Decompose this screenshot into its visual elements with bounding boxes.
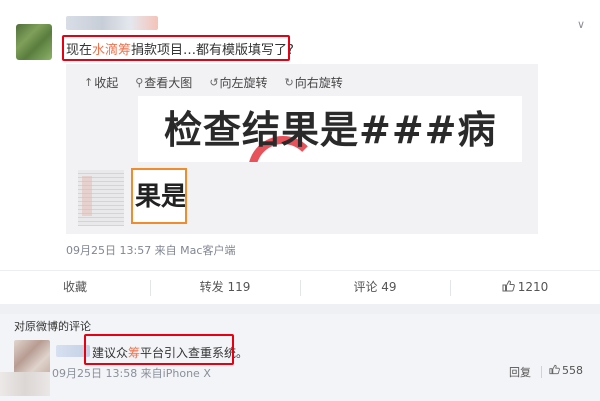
annotation-box-post-text: [62, 35, 290, 61]
thumbnail-document[interactable]: [78, 170, 124, 226]
commenter-avatar-shadow: [0, 372, 50, 396]
repost-button[interactable]: 转发 119: [150, 271, 300, 304]
toolbar-rotate-right[interactable]: ↻ 向右旋转: [285, 74, 343, 90]
toolbar-collapse[interactable]: ↑ 收起: [84, 74, 118, 90]
comments-title: 对原微博的评论: [14, 320, 91, 333]
toolbar-collapse-label: 收起: [94, 75, 119, 90]
toolbar-rotate-left[interactable]: ↺ 向左旋转: [209, 74, 267, 90]
comment-action-separator: [541, 366, 542, 378]
zoom-icon: ⚲: [135, 75, 144, 89]
chevron-down-icon[interactable]: ∨: [574, 18, 588, 32]
like-button[interactable]: 1210: [450, 271, 600, 304]
image-toolbar: ↑ 收起 ⚲ 查看大图 ↺ 向左旋转 ↻ 向右旋转: [84, 74, 343, 90]
poster-username-blurred[interactable]: [66, 16, 158, 30]
thumbnail-text: 果是: [135, 182, 187, 212]
like-count: 1210: [517, 280, 549, 294]
rotate-right-icon: ↻: [284, 75, 294, 89]
collapse-icon: ↑: [84, 75, 94, 89]
toolbar-rotate-left-label: 向左旋转: [219, 75, 268, 90]
post-image-large[interactable]: 检查结果是###病: [138, 96, 522, 162]
thumbs-up-icon: [502, 280, 515, 292]
comment-meta: 09月25日 13:58 来自iPhone X: [52, 367, 211, 380]
rotate-left-icon: ↺: [209, 75, 219, 89]
post-image-text: 检查结果是###病: [164, 108, 497, 152]
post-meta: 09月25日 13:57 来自 Mac客户端: [66, 244, 236, 257]
comment-like-button[interactable]: 558: [549, 364, 583, 377]
action-bar: 收藏 转发 119 评论 49 1210: [0, 271, 600, 304]
annotation-box-comment: [84, 334, 234, 365]
toolbar-view-large-label: 查看大图: [144, 75, 193, 90]
favorite-button[interactable]: 收藏: [0, 271, 150, 304]
poster-avatar[interactable]: [16, 24, 52, 60]
comment-button[interactable]: 评论 49: [300, 271, 450, 304]
thumbs-up-icon: [549, 364, 560, 375]
thumbnail-selected[interactable]: 果是: [131, 168, 187, 224]
comment-like-count: 558: [562, 364, 583, 377]
toolbar-rotate-right-label: 向右旋转: [294, 75, 343, 90]
toolbar-view-large[interactable]: ⚲ 查看大图: [135, 74, 192, 90]
commenter-avatar[interactable]: [14, 340, 50, 374]
reply-button[interactable]: 回复: [509, 364, 531, 380]
